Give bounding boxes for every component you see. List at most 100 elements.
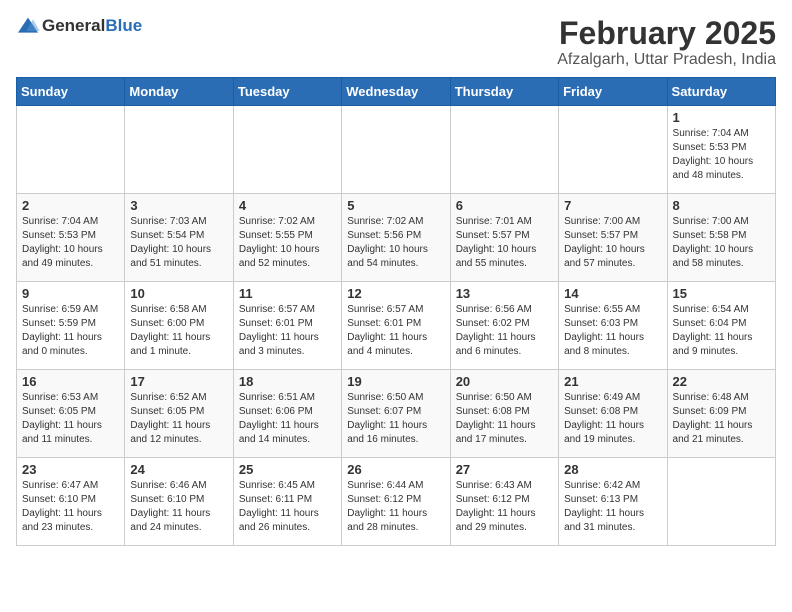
calendar-header-monday: Monday [125,78,233,106]
calendar-cell: 27 Sunrise: 6:43 AM Sunset: 6:12 PM Dayli… [450,458,558,546]
day-info: Sunrise: 6:55 AM Sunset: 6:03 PM Dayligh… [564,303,661,359]
day-number: 11 [239,286,336,301]
calendar-cell: 2 Sunrise: 7:04 AM Sunset: 5:53 PM Daylig… [17,194,125,282]
day-info: Sunrise: 6:43 AM Sunset: 6:12 PM Dayligh… [456,479,553,535]
month-title: February 2025 [557,16,776,51]
day-info: Sunrise: 6:46 AM Sunset: 6:10 PM Dayligh… [130,479,227,535]
calendar-cell: 9 Sunrise: 6:59 AM Sunset: 5:59 PM Daylig… [17,282,125,370]
calendar-cell: 26Sunrise: 6:44 AM Sunset: 6:12 PM Dayli… [342,458,450,546]
day-number: 6 [456,198,553,213]
calendar-week-row: 16 Sunrise: 6:53 AM Sunset: 6:05 PM Dayli… [17,370,776,458]
calendar-cell: 23 Sunrise: 6:47 AM Sunset: 6:10 PM Dayli… [17,458,125,546]
calendar-cell: 28 Sunrise: 6:42 AM Sunset: 6:13 PM Dayli… [559,458,667,546]
day-info: Sunrise: 6:45 AM Sunset: 6:11 PM Dayligh… [239,479,336,535]
day-number: 22 [673,374,770,389]
calendar-cell [559,106,667,194]
calendar-header-thursday: Thursday [450,78,558,106]
day-number: 1 [673,110,770,125]
day-number: 17 [130,374,227,389]
day-info: Sunrise: 6:53 AM Sunset: 6:05 PM Dayligh… [22,391,119,447]
calendar-cell: 21 Sunrise: 6:49 AM Sunset: 6:08 PM Dayli… [559,370,667,458]
calendar-cell: 1 Sunrise: 7:04 AM Sunset: 5:53 PM Daylig… [667,106,775,194]
day-info: Sunrise: 6:47 AM Sunset: 6:10 PM Dayligh… [22,479,119,535]
day-number: 14 [564,286,661,301]
day-number: 16 [22,374,119,389]
day-info: Sunrise: 6:50 AM Sunset: 6:08 PM Dayligh… [456,391,553,447]
day-info: Sunrise: 6:49 AM Sunset: 6:08 PM Dayligh… [564,391,661,447]
day-info: Sunrise: 7:04 AM Sunset: 5:53 PM Dayligh… [22,215,119,271]
day-info: Sunrise: 6:59 AM Sunset: 5:59 PM Dayligh… [22,303,119,359]
day-info: Sunrise: 6:57 AM Sunset: 6:01 PM Dayligh… [347,303,444,359]
day-info: Sunrise: 7:00 AM Sunset: 5:58 PM Dayligh… [673,215,770,271]
calendar-header-sunday: Sunday [17,78,125,106]
calendar-header-row: SundayMondayTuesdayWednesdayThursdayFrid… [17,78,776,106]
header: GeneralBlue February 2025 Afzalgarh, Utt… [16,16,776,69]
day-number: 24 [130,462,227,477]
day-number: 19 [347,374,444,389]
day-number: 5 [347,198,444,213]
logo-icon [16,16,40,36]
calendar-cell [17,106,125,194]
day-info: Sunrise: 6:52 AM Sunset: 6:05 PM Dayligh… [130,391,227,447]
calendar-header-friday: Friday [559,78,667,106]
calendar-cell: 10 Sunrise: 6:58 AM Sunset: 6:00 PM Dayli… [125,282,233,370]
day-info: Sunrise: 7:01 AM Sunset: 5:57 PM Dayligh… [456,215,553,271]
calendar-cell: 5Sunrise: 7:02 AM Sunset: 5:56 PM Daylig… [342,194,450,282]
day-number: 7 [564,198,661,213]
calendar-cell: 3 Sunrise: 7:03 AM Sunset: 5:54 PM Daylig… [125,194,233,282]
day-info: Sunrise: 7:04 AM Sunset: 5:53 PM Dayligh… [673,127,770,183]
logo-blue: Blue [105,16,142,36]
calendar: SundayMondayTuesdayWednesdayThursdayFrid… [16,77,776,546]
day-number: 20 [456,374,553,389]
day-number: 23 [22,462,119,477]
day-info: Sunrise: 6:42 AM Sunset: 6:13 PM Dayligh… [564,479,661,535]
day-number: 28 [564,462,661,477]
title-area: February 2025 Afzalgarh, Uttar Pradesh, … [557,16,776,69]
day-number: 18 [239,374,336,389]
calendar-cell: 11Sunrise: 6:57 AM Sunset: 6:01 PM Dayli… [233,282,341,370]
day-info: Sunrise: 6:54 AM Sunset: 6:04 PM Dayligh… [673,303,770,359]
calendar-cell: 13Sunrise: 6:56 AM Sunset: 6:02 PM Dayli… [450,282,558,370]
day-info: Sunrise: 6:51 AM Sunset: 6:06 PM Dayligh… [239,391,336,447]
day-number: 25 [239,462,336,477]
calendar-cell: 22Sunrise: 6:48 AM Sunset: 6:09 PM Dayli… [667,370,775,458]
calendar-cell: 20 Sunrise: 6:50 AM Sunset: 6:08 PM Dayli… [450,370,558,458]
calendar-week-row: 1 Sunrise: 7:04 AM Sunset: 5:53 PM Daylig… [17,106,776,194]
calendar-cell: 14 Sunrise: 6:55 AM Sunset: 6:03 PM Dayli… [559,282,667,370]
day-number: 4 [239,198,336,213]
day-info: Sunrise: 6:44 AM Sunset: 6:12 PM Dayligh… [347,479,444,535]
day-number: 9 [22,286,119,301]
day-number: 27 [456,462,553,477]
calendar-cell: 6 Sunrise: 7:01 AM Sunset: 5:57 PM Daylig… [450,194,558,282]
logo: GeneralBlue [16,16,142,36]
day-number: 3 [130,198,227,213]
calendar-header-saturday: Saturday [667,78,775,106]
day-info: Sunrise: 7:02 AM Sunset: 5:55 PM Dayligh… [239,215,336,271]
day-info: Sunrise: 6:58 AM Sunset: 6:00 PM Dayligh… [130,303,227,359]
day-info: Sunrise: 7:03 AM Sunset: 5:54 PM Dayligh… [130,215,227,271]
day-info: Sunrise: 7:00 AM Sunset: 5:57 PM Dayligh… [564,215,661,271]
day-number: 21 [564,374,661,389]
calendar-cell [450,106,558,194]
calendar-cell: 7 Sunrise: 7:00 AM Sunset: 5:57 PM Daylig… [559,194,667,282]
calendar-cell [125,106,233,194]
calendar-week-row: 9 Sunrise: 6:59 AM Sunset: 5:59 PM Daylig… [17,282,776,370]
day-number: 2 [22,198,119,213]
calendar-cell: 25 Sunrise: 6:45 AM Sunset: 6:11 PM Dayli… [233,458,341,546]
day-number: 15 [673,286,770,301]
calendar-cell: 17 Sunrise: 6:52 AM Sunset: 6:05 PM Dayli… [125,370,233,458]
day-info: Sunrise: 6:56 AM Sunset: 6:02 PM Dayligh… [456,303,553,359]
calendar-cell: 4 Sunrise: 7:02 AM Sunset: 5:55 PM Daylig… [233,194,341,282]
calendar-cell: 19 Sunrise: 6:50 AM Sunset: 6:07 PM Dayli… [342,370,450,458]
day-number: 10 [130,286,227,301]
day-info: Sunrise: 6:50 AM Sunset: 6:07 PM Dayligh… [347,391,444,447]
calendar-cell: 12Sunrise: 6:57 AM Sunset: 6:01 PM Dayli… [342,282,450,370]
calendar-cell: 16 Sunrise: 6:53 AM Sunset: 6:05 PM Dayli… [17,370,125,458]
calendar-week-row: 2 Sunrise: 7:04 AM Sunset: 5:53 PM Daylig… [17,194,776,282]
calendar-cell [342,106,450,194]
calendar-cell: 8Sunrise: 7:00 AM Sunset: 5:58 PM Daylig… [667,194,775,282]
calendar-week-row: 23 Sunrise: 6:47 AM Sunset: 6:10 PM Dayli… [17,458,776,546]
logo-general: General [42,16,105,36]
calendar-cell: 18 Sunrise: 6:51 AM Sunset: 6:06 PM Dayli… [233,370,341,458]
calendar-cell: 24 Sunrise: 6:46 AM Sunset: 6:10 PM Dayli… [125,458,233,546]
